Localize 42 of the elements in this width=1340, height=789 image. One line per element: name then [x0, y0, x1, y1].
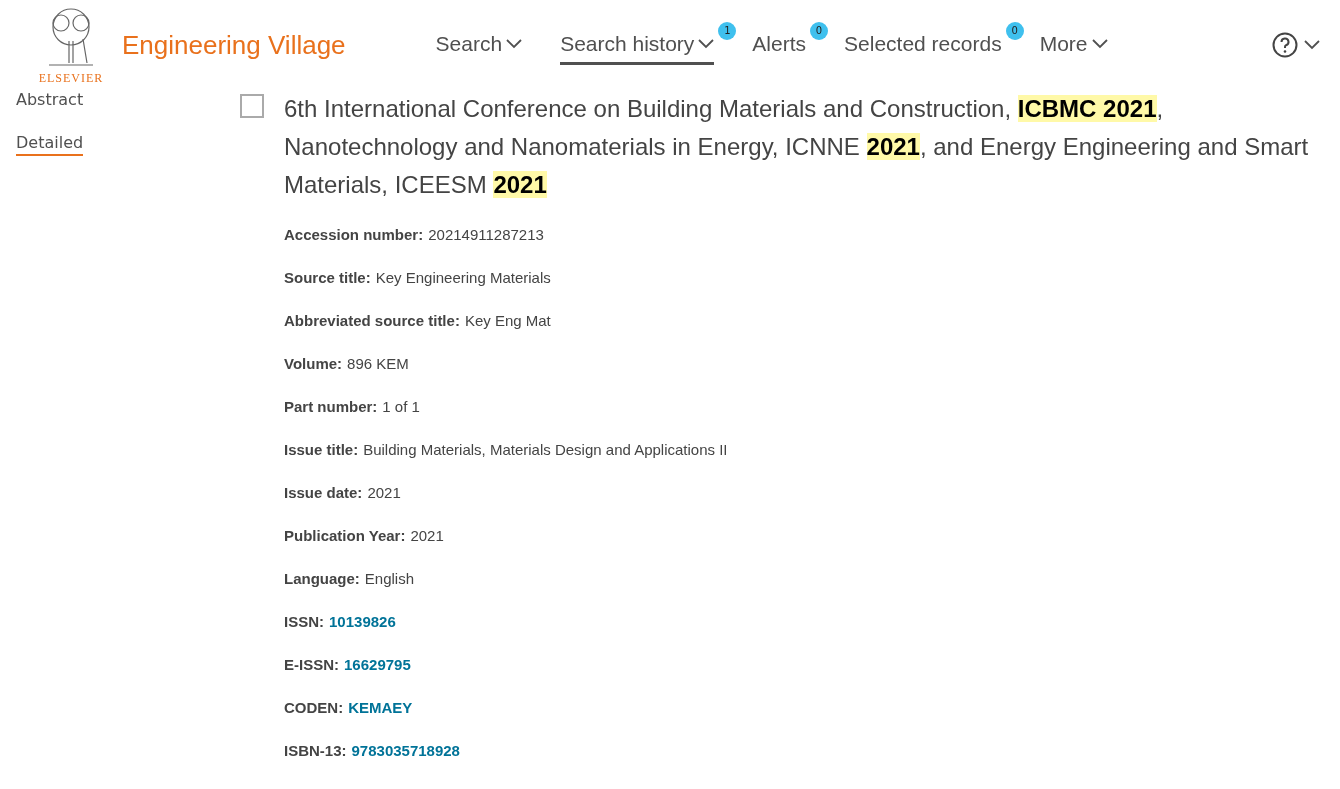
field-link[interactable]: KEMAEY: [348, 699, 413, 716]
help-icon: [1272, 32, 1298, 58]
nav-link[interactable]: Selected records: [844, 25, 1002, 65]
field-label: Volume:: [284, 355, 343, 372]
nav-link[interactable]: Alerts: [752, 25, 807, 65]
sidebar-link[interactable]: Detailed: [16, 133, 84, 156]
field-label: Publication Year:: [284, 527, 406, 544]
field-label: ISBN-13:: [284, 742, 347, 759]
field-value: English: [364, 570, 415, 587]
field-label: Issue date:: [284, 484, 363, 501]
field-label: Source title:: [284, 269, 371, 286]
nav-link[interactable]: Search: [435, 25, 523, 65]
field-value: 20214911287213: [428, 226, 544, 243]
record-title: 6th International Conference on Building Materials and Construction, ICBMC 2021, Nanotechnology and Nanomaterials in Energy, ICNNE 2021, and Energy Engineering and Smart Materials, ICEESM 2021: [284, 94, 1310, 200]
field-label: ISSN:: [284, 613, 324, 630]
count-badge: 1: [718, 21, 737, 40]
nav-link[interactable]: Search history: [560, 25, 715, 65]
help-button[interactable]: [1272, 32, 1320, 58]
field-value: Key Eng Mat: [464, 312, 551, 329]
count-badge: 0: [810, 21, 829, 40]
field-label: Abbreviated source title:: [284, 312, 460, 329]
field-value: 2021: [410, 527, 444, 544]
brand-mark: ELSEVIER: [38, 70, 104, 86]
sidebar-link[interactable]: Abstract: [16, 90, 84, 113]
field-link[interactable]: 16629795: [344, 656, 411, 673]
record-checkbox[interactable]: [240, 94, 264, 118]
field-link[interactable]: 9783035718928: [351, 742, 460, 759]
field-label: CODEN:: [284, 699, 344, 716]
field-label: Issue title:: [284, 441, 359, 458]
chevron-down-icon: [1304, 40, 1320, 50]
field-link[interactable]: 10139826: [329, 613, 396, 630]
field-value: 2021: [367, 484, 401, 501]
field-value: Building Materials, Materials Design and Applications II: [363, 441, 728, 458]
field-value: 896 KEM: [347, 355, 409, 372]
field-value: Key Engineering Materials: [375, 269, 551, 286]
count-badge: 0: [1005, 21, 1024, 40]
nav-link[interactable]: More: [1039, 25, 1108, 65]
field-label: Part number:: [284, 398, 378, 415]
field-label: Language:: [284, 570, 360, 587]
field-label: Accession number:: [284, 226, 424, 243]
field-value: 1 of 1: [382, 398, 420, 415]
field-label: E-ISSN:: [284, 656, 339, 673]
